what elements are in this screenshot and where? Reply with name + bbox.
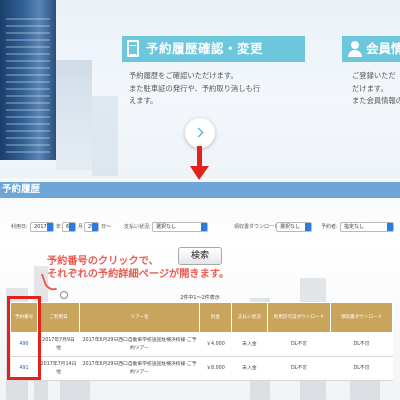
col-header-price: 料金 xyxy=(199,302,232,333)
receipt-label: 領収書ダウンロード: xyxy=(234,224,281,230)
booker-label: 予約者: xyxy=(321,224,338,230)
annotation-line-1: 予約番号のクリックで、 xyxy=(47,256,159,267)
day-select[interactable]: 29 xyxy=(84,222,99,232)
user-icon xyxy=(348,41,362,57)
history-card-description: 予約履歴をご確認いただけます。 また駐車証の発行や、予約取り消しも行 えます。 xyxy=(129,70,299,108)
member-card-description: ご登録いただ だけます。 また会員情報の xyxy=(352,70,400,108)
booker-select[interactable]: 指定なし xyxy=(340,222,394,232)
col-header-receipt-dl: 領収書ダウンロード xyxy=(330,302,393,333)
table-cell-permit: DL不可 xyxy=(267,356,331,381)
highlight-box xyxy=(7,296,41,380)
col-header-date: ご利用日 xyxy=(37,302,80,333)
table-cell-price: ￥4,000 xyxy=(199,332,232,357)
table-row: 490 2017年7月9日 他 2017年6月29日西口自動車学校送迎駐横浜校様… xyxy=(10,332,393,357)
page-title: 予約履歴 xyxy=(2,184,41,195)
member-card-title[interactable]: 会員情 xyxy=(366,36,400,62)
scroll-handle[interactable] xyxy=(60,291,68,299)
table-cell-tour: 2017年6月29日西口自動車学校送迎駐横浜校様 ご予約ツアー xyxy=(79,332,200,357)
day-unit: 日～ xyxy=(101,224,112,230)
down-arrow-icon xyxy=(197,146,202,168)
history-desc-line: 予約履歴をご確認いただけます。 xyxy=(129,71,238,80)
annotation-text: 予約番号のクリックで、 それぞれの予約詳細ページが開きます。 xyxy=(47,256,229,281)
down-arrow-head xyxy=(190,166,209,180)
history-card-title[interactable]: 予約履歴確認・変更 xyxy=(146,36,263,62)
building-photo-bg xyxy=(56,60,92,170)
member-desc-line: また会員情報の xyxy=(352,96,400,106)
table-header-row: 予約番号 ご利用日 ツアー名 料金 支払い状況 利用許可証ダウンロード 領収書ダ… xyxy=(10,302,393,333)
month-select[interactable]: 6 xyxy=(62,222,76,232)
table-cell-tour: 2017年6月29日西口自動車学校送迎駐横浜校様 ご予約ツアー xyxy=(79,356,200,381)
building-photo xyxy=(0,0,56,160)
annotation-line-2: それぞれの予約詳細ページが開きます。 xyxy=(47,268,230,280)
table-cell-permit: DL不可 xyxy=(267,332,331,357)
table-cell-receipt: DL不可 xyxy=(330,356,393,381)
col-header-payment: 支払い状況 xyxy=(231,302,268,333)
table-cell-payment: 未入金 xyxy=(231,332,268,357)
member-desc-line: だけます。 xyxy=(352,83,388,93)
history-desc-line: また駐車証の発行や、予約取り消しも行 xyxy=(129,83,261,93)
receipt-select[interactable]: 選択なし xyxy=(276,222,312,232)
year-select[interactable]: 2017 xyxy=(30,222,54,232)
table-cell-price: ￥8,000 xyxy=(199,356,232,381)
date-label: 利用日: xyxy=(11,224,28,230)
month-unit: 月 xyxy=(78,224,84,230)
member-desc-line: ご登録いただ xyxy=(352,71,396,80)
payment-label: 支払い状況: xyxy=(124,224,151,230)
year-unit: 年 xyxy=(56,224,62,230)
table-cell-payment: 未入金 xyxy=(231,356,268,381)
result-count: 2件中1〜2件表示 xyxy=(180,295,220,301)
payment-select[interactable]: 選択なし xyxy=(152,222,208,232)
col-header-permit-dl: 利用許可証ダウンロード xyxy=(267,302,331,333)
col-header-tour: ツアー名 xyxy=(79,302,200,333)
table-row: 491 2017年7月14日 他 2017年6月29日西口自動車学校送迎駐横浜校… xyxy=(10,356,393,381)
table-cell-receipt: DL不可 xyxy=(330,332,393,357)
reservation-table: 予約番号 ご利用日 ツアー名 料金 支払い状況 利用許可証ダウンロード 領収書ダ… xyxy=(10,302,393,381)
section-header xyxy=(0,182,400,198)
building-photo-bg2 xyxy=(92,96,118,176)
table-cell-date: 2017年7月14日 他 xyxy=(37,356,80,381)
table-cell-date: 2017年7月9日 他 xyxy=(37,332,80,357)
document-icon xyxy=(127,40,139,57)
history-desc-line: えます。 xyxy=(129,96,158,106)
chevron-right-icon[interactable] xyxy=(185,118,215,148)
